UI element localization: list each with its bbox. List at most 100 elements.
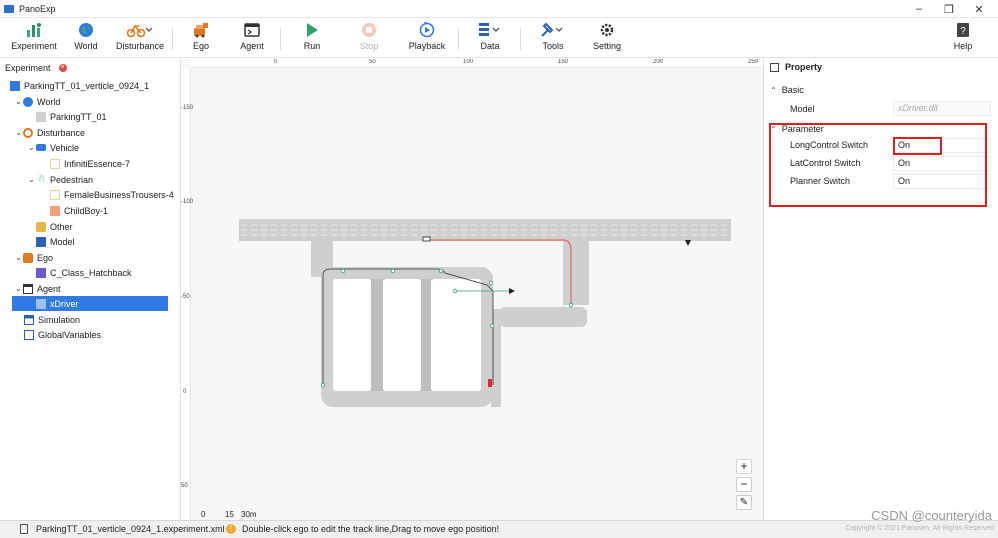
chevron-down-icon[interactable]: ⌄ <box>27 175 36 184</box>
vehicle-swatch-icon <box>36 267 46 278</box>
stop-button[interactable]: Stop <box>341 22 397 56</box>
parked-car-icon[interactable] <box>488 379 492 387</box>
experiment-button[interactable]: Experiment <box>6 22 62 56</box>
data-icon <box>479 23 500 36</box>
ego-vehicle-icon[interactable] <box>422 236 431 242</box>
tree-header-label: Experiment <box>5 63 51 73</box>
property-panel: Property ⌃ Basic Model xDriver.dll ⌃ Par… <box>763 59 998 520</box>
tree-item-label: Model <box>50 236 75 247</box>
disturbance-icon <box>127 24 153 38</box>
variables-icon <box>24 329 34 340</box>
scene-canvas[interactable]: 0 50 100 150 200 250 -150 -100 -50 0 50 <box>181 59 763 520</box>
csdn-watermark: CSDN @counteryida <box>871 508 992 523</box>
vehicle-swatch-icon <box>50 158 60 169</box>
vehicle-marker-icon[interactable] <box>509 288 515 294</box>
close-experiment-icon[interactable]: × <box>58 64 67 72</box>
ego-icon <box>23 252 33 263</box>
tree-item-label: Pedestrian <box>50 174 94 185</box>
tree-item-experiment-file[interactable]: ParkingTT_01_verticle_0924_1 <box>10 78 149 93</box>
planner-switch-label: Planner Switch <box>790 176 851 186</box>
property-icon <box>770 62 779 72</box>
tree-item-label: GlobalVariables <box>38 329 101 340</box>
playback-button[interactable]: Playback <box>399 22 455 56</box>
setting-button[interactable]: Setting <box>579 22 635 56</box>
pedestrian-marker-icon[interactable] <box>685 240 691 246</box>
waypoint-icon[interactable] <box>340 268 346 274</box>
help-button[interactable]: ? Help <box>935 22 991 56</box>
close-icon[interactable]: ✕ <box>966 0 992 18</box>
tree-item-label: C_Class_Hatchback <box>50 267 132 278</box>
zoom-in-button[interactable]: + <box>736 459 752 474</box>
tree-header: Experiment × <box>0 59 180 77</box>
waypoint-icon[interactable] <box>438 268 444 274</box>
tree-item-simulation[interactable]: Simulation <box>24 312 80 327</box>
chevron-down-icon[interactable]: ⌄ <box>14 284 23 293</box>
world-label: World <box>74 41 98 51</box>
tree-item-other[interactable]: Other <box>36 219 73 234</box>
parking-map[interactable] <box>181 59 763 520</box>
app-title: PanoExp <box>19 3 56 14</box>
chevron-up-icon[interactable]: ⌃ <box>770 86 777 95</box>
chevron-down-icon[interactable]: ⌄ <box>14 97 23 106</box>
scale-label: 30m <box>241 510 257 519</box>
waypoint-icon[interactable] <box>488 280 494 286</box>
tree-item-label: Ego <box>37 252 54 263</box>
tree-item-childboy[interactable]: ChildBoy-1 <box>50 203 108 218</box>
chevron-down-icon[interactable]: ⌄ <box>14 253 23 262</box>
play-icon <box>307 23 318 37</box>
run-label: Run <box>303 41 321 51</box>
tree-item-agent[interactable]: ⌄ Agent <box>14 281 61 296</box>
zoom-out-button[interactable]: − <box>736 477 752 492</box>
tree-item-model[interactable]: Model <box>36 234 75 249</box>
data-button[interactable]: Data <box>462 22 518 56</box>
tree-item-label: Agent <box>37 283 61 294</box>
parameter-section-header[interactable]: ⌃ Parameter <box>770 124 824 134</box>
maximize-icon[interactable]: ❐ <box>936 0 962 18</box>
tree-item-female-business[interactable]: FemaleBusinessTrousers-4 <box>50 187 174 202</box>
stop-icon <box>362 23 376 37</box>
run-button[interactable]: Run <box>284 22 340 56</box>
tree-item-parkingtt[interactable]: ParkingTT_01 <box>36 109 107 124</box>
tree-item-label: ChildBoy-1 <box>64 205 109 216</box>
agent-icon <box>23 283 33 294</box>
tree-item-label: Other <box>50 221 73 232</box>
basic-section-header[interactable]: ⌃ Basic <box>770 85 804 95</box>
minimize-icon[interactable]: – <box>906 0 932 18</box>
data-label: Data <box>480 41 500 51</box>
waypoint-icon[interactable] <box>452 288 458 294</box>
measure-ruler-icon[interactable]: ✎ <box>736 495 752 510</box>
toolbar-separator <box>280 28 281 50</box>
disturbance-icon <box>23 127 33 138</box>
ego-button[interactable]: Ego <box>173 22 229 56</box>
setting-label: Setting <box>592 41 622 51</box>
tree-item-xdriver[interactable]: xDriver <box>12 296 168 311</box>
tools-label: Tools <box>542 41 564 51</box>
tree-item-globalvariables[interactable]: GlobalVariables <box>24 327 101 342</box>
tree-item-c-class[interactable]: C_Class_Hatchback <box>36 265 132 280</box>
tree-item-ego[interactable]: ⌄ Ego <box>14 250 53 265</box>
waypoint-icon[interactable] <box>320 382 326 388</box>
driver-icon <box>36 298 46 309</box>
chevron-down-icon[interactable]: ⌄ <box>27 143 36 152</box>
tree-item-vehicle[interactable]: ⌄ Vehicle <box>27 140 79 155</box>
title-bar: PanoExp – ❐ ✕ <box>0 0 998 18</box>
planner-switch-field[interactable]: On <box>893 174 991 189</box>
warning-icon: ! <box>226 524 236 534</box>
tools-button[interactable]: Tools <box>525 22 581 56</box>
tree-item-pedestrian[interactable]: ⌄ ☃ Pedestrian <box>27 172 93 187</box>
waypoint-icon[interactable] <box>489 323 495 329</box>
latcontrol-switch-field[interactable]: On <box>893 156 991 171</box>
world-button[interactable]: World <box>58 22 114 56</box>
agent-button[interactable]: Agent <box>224 22 280 56</box>
longcontrol-switch-field[interactable]: On <box>893 138 991 153</box>
latcontrol-switch-label: LatControl Switch <box>790 158 861 168</box>
status-hint: ! Double-click ego to edit the track lin… <box>226 524 499 534</box>
waypoint-icon[interactable] <box>390 268 396 274</box>
tree-item-infiniti[interactable]: InfinitiEssence-7 <box>50 156 130 171</box>
waypoint-icon[interactable] <box>568 302 574 308</box>
disturbance-button[interactable]: Disturbance <box>112 22 168 56</box>
chevron-down-icon[interactable]: ⌄ <box>14 128 23 137</box>
tree-item-world[interactable]: ⌄ World <box>14 94 60 109</box>
tree-item-disturbance[interactable]: ⌄ Disturbance <box>14 125 85 140</box>
chevron-up-icon[interactable]: ⌃ <box>770 125 777 134</box>
